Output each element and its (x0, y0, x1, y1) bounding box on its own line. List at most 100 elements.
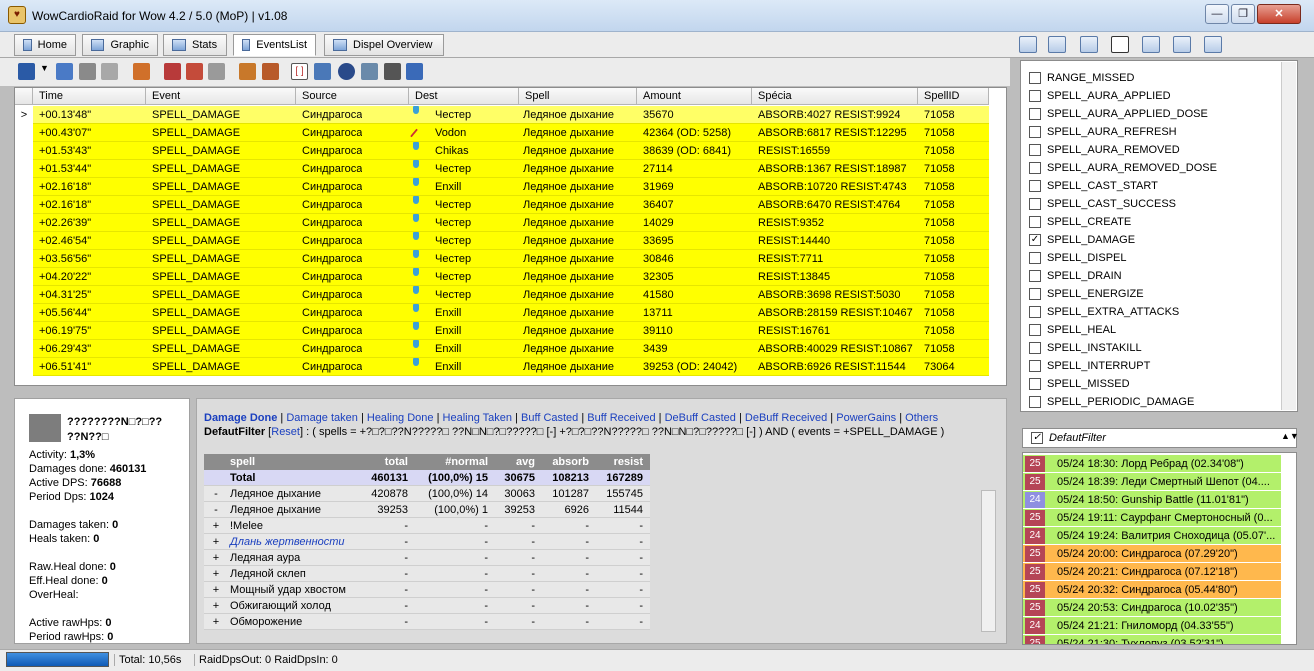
checkbox[interactable] (1029, 270, 1041, 282)
filter-link[interactable]: Damage Done (204, 412, 277, 424)
checkbox[interactable] (1029, 306, 1041, 318)
table-row[interactable]: + Длань жертвенности - - - - - (204, 534, 650, 550)
checkbox[interactable] (1029, 180, 1041, 192)
column-header-time[interactable]: Time (33, 88, 146, 105)
event-filter-item[interactable]: SPELL_CAST_START (1029, 177, 1158, 195)
tab-eventslist[interactable]: EventsList (233, 34, 316, 56)
bracket-icon[interactable]: [ ] (291, 63, 308, 80)
search-person-icon[interactable] (361, 63, 378, 80)
checkbox[interactable] (1029, 378, 1041, 390)
event-filter-item[interactable]: SPELL_EXTRA_ATTACKS (1029, 303, 1179, 321)
split-icon[interactable] (262, 63, 279, 80)
remove-icon[interactable] (186, 63, 203, 80)
dropdown-arrow-icon[interactable]: ▼ (40, 63, 49, 80)
table-row[interactable]: +06.29'43" SPELL_DAMAGE Синдрагоса Enxill Ле… (15, 340, 989, 358)
table-row[interactable]: + Обжигающий холод - - - - - (204, 598, 650, 614)
disk-icon[interactable] (56, 63, 73, 80)
table-row[interactable]: +02.26'39" SPELL_DAMAGE Синдрагоса Честер Ле… (15, 214, 989, 232)
fight-item[interactable]: 25 05/24 18:39: Леди Смертный Шепот (04..… (1023, 473, 1281, 491)
filter-checkbox[interactable]: ✓ (1031, 432, 1043, 444)
filter-link[interactable]: Buff Received (587, 412, 655, 424)
filter-link[interactable]: Others (905, 412, 938, 424)
event-filter-item[interactable]: SPELL_AURA_REFRESH (1029, 123, 1177, 141)
checkbox[interactable] (1029, 90, 1041, 102)
list-icon[interactable] (1080, 36, 1098, 53)
save-icon[interactable] (18, 63, 35, 80)
view-icon[interactable] (1019, 36, 1037, 53)
table-row[interactable]: +02.46'54" SPELL_DAMAGE Синдрагоса Честер Ле… (15, 232, 989, 250)
checkbox[interactable] (1029, 360, 1041, 372)
checkbox[interactable] (1029, 144, 1041, 156)
tab-graphic[interactable]: Graphic (82, 34, 158, 56)
fight-item[interactable]: 25 05/24 20:53: Синдрагоса (10.02'35") (1023, 599, 1281, 617)
checkbox[interactable] (1029, 288, 1041, 300)
table-row[interactable]: +00.43'07" SPELL_DAMAGE Синдрагоса Vodon Лед… (15, 124, 989, 142)
filter-link[interactable]: DeBuff Received (745, 412, 827, 424)
checkbox[interactable] (1029, 198, 1041, 210)
expand-toggle[interactable]: + (210, 566, 222, 582)
event-filter-item[interactable]: RANGE_MISSED (1029, 69, 1134, 87)
stats-icon[interactable] (1204, 36, 1222, 53)
table-row[interactable]: + Ледяной склеп - - - - - (204, 566, 650, 582)
table-row[interactable]: +06.19'75" SPELL_DAMAGE Синдрагоса Enxill Ле… (15, 322, 989, 340)
chevron-icon[interactable]: ▲▼ (1281, 431, 1299, 441)
person-icon[interactable] (133, 63, 150, 80)
column-header[interactable]: resist (593, 454, 643, 470)
column-header-source[interactable]: Source (296, 88, 409, 105)
column-header[interactable]: total (354, 454, 408, 470)
event-filter-item[interactable]: SPELL_AURA_REMOVED (1029, 141, 1180, 159)
reset-link[interactable]: Reset (271, 426, 300, 438)
column-header[interactable]: avg (492, 454, 535, 470)
column-header-amount[interactable]: Amount (637, 88, 752, 105)
event-filter-item[interactable]: SPELL_MISSED (1029, 375, 1130, 393)
table-row[interactable]: +05.56'44" SPELL_DAMAGE Синдрагоса Enxill Ле… (15, 304, 989, 322)
expand-toggle[interactable]: + (210, 550, 222, 566)
table-row[interactable]: +04.31'25" SPELL_DAMAGE Синдрагоса Честер Ле… (15, 286, 989, 304)
fight-item[interactable]: 25 05/24 20:21: Синдрагоса (07.12'18") (1023, 563, 1281, 581)
checkbox[interactable] (1029, 342, 1041, 354)
fight-item[interactable]: 25 05/24 18:30: Лорд Ребрад (02.34'08") (1023, 455, 1281, 473)
event-filter-item[interactable]: SPELL_INSTAKILL (1029, 339, 1142, 357)
filter-link[interactable]: Buff Casted (521, 412, 578, 424)
event-filter-item[interactable]: SPELL_ENERGIZE (1029, 285, 1144, 303)
clear-icon[interactable] (164, 63, 181, 80)
checkbox[interactable] (1029, 126, 1041, 138)
checkbox[interactable] (1029, 162, 1041, 174)
scrollbar[interactable] (981, 490, 996, 632)
tab-stats[interactable]: Stats (163, 34, 227, 56)
lock-icon[interactable] (384, 63, 401, 80)
table-row[interactable]: +01.53'43" SPELL_DAMAGE Синдрагоса Chikas Ле… (15, 142, 989, 160)
checkbox[interactable] (1029, 324, 1041, 336)
checkbox[interactable] (1029, 108, 1041, 120)
zoom-icon[interactable] (406, 63, 423, 80)
scrollbar[interactable] (1281, 62, 1296, 410)
table-row[interactable]: + Мощный удар хвостом - - - - - (204, 582, 650, 598)
tab-dispel-overview[interactable]: Dispel Overview (324, 34, 444, 56)
event-filter-item[interactable]: SPELL_INTERRUPT (1029, 357, 1150, 375)
event-filter-item[interactable]: SPELL_AURA_APPLIED (1029, 87, 1171, 105)
search-icon[interactable] (314, 63, 331, 80)
expand-toggle[interactable]: - (210, 502, 222, 518)
checkbox[interactable] (1029, 396, 1041, 408)
expand-toggle[interactable]: + (210, 582, 222, 598)
table-row[interactable]: +01.53'44" SPELL_DAMAGE Синдрагоса Честер Ле… (15, 160, 989, 178)
table-icon[interactable] (1111, 36, 1129, 53)
filter-link[interactable]: PowerGains (836, 412, 896, 424)
fight-item[interactable]: 24 05/24 18:50: Gunship Battle (11.01'81"… (1023, 491, 1281, 509)
event-filter-item[interactable]: SPELL_CREATE (1029, 213, 1131, 231)
column-header[interactable]: #normal (412, 454, 488, 470)
column-header[interactable]: spell (230, 454, 350, 470)
column-header-spellid[interactable]: SpellID (918, 88, 989, 105)
event-filter-item[interactable]: SPELL_DRAIN (1029, 267, 1122, 285)
checkbox[interactable] (1029, 72, 1041, 84)
column-header-special[interactable]: Spécia (752, 88, 918, 105)
fight-item[interactable]: 24 05/24 19:24: Валитрия Сноходица (05.07… (1023, 527, 1281, 545)
minimize-button[interactable]: — (1205, 4, 1229, 24)
event-filter-item[interactable]: SPELL_PERIODIC_DAMAGE (1029, 393, 1194, 411)
event-filter-item[interactable]: SPELL_DISPEL (1029, 249, 1127, 267)
fight-item[interactable]: 25 05/24 21:30: Тухлопуз (03.52'31") (1023, 635, 1281, 644)
column-header[interactable]: absorb (539, 454, 589, 470)
tab-home[interactable]: Home (14, 34, 76, 56)
checkbox[interactable] (1029, 252, 1041, 264)
maximize-button[interactable]: ❐ (1231, 4, 1255, 24)
